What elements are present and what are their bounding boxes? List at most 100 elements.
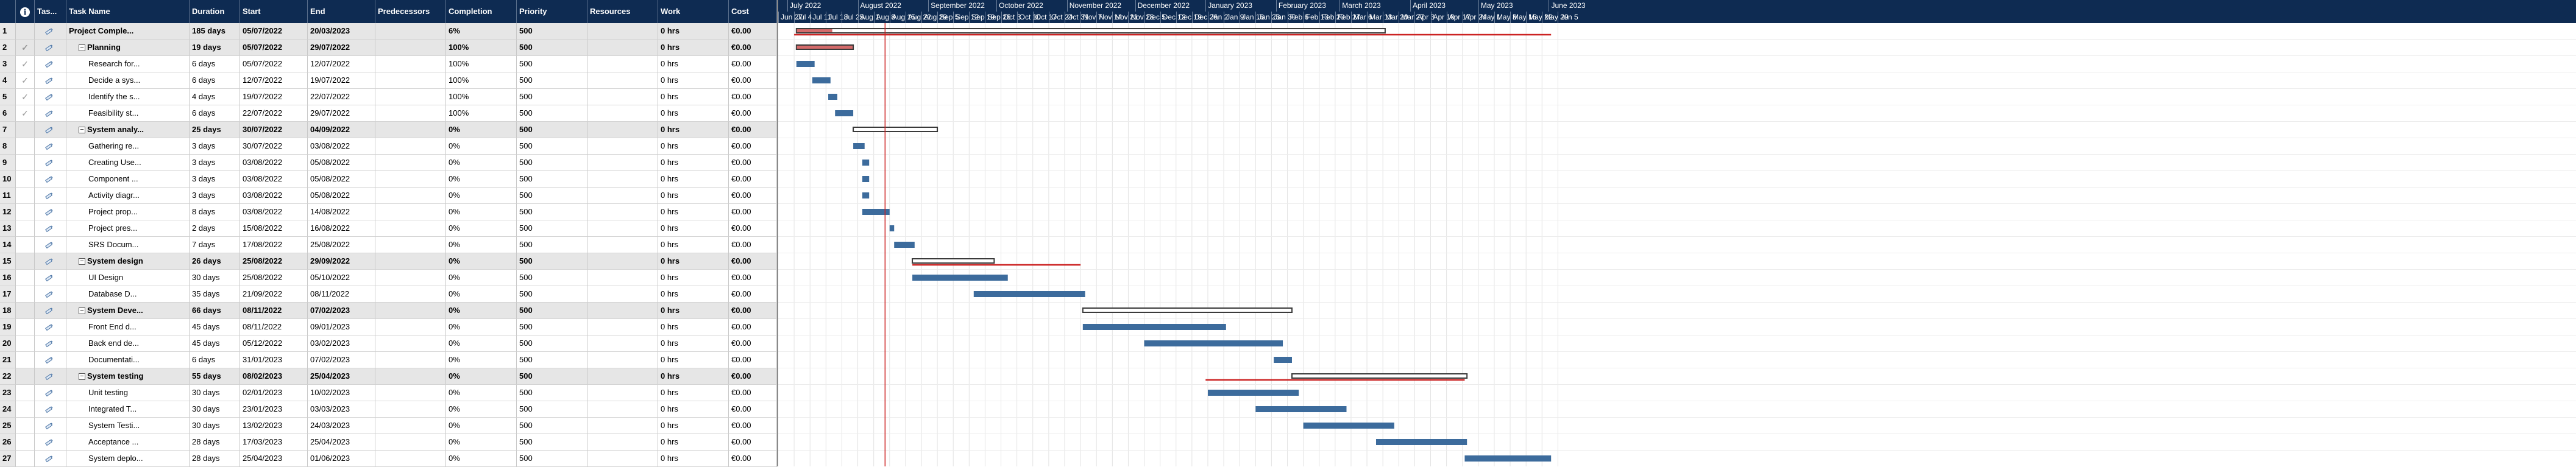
priority-cell[interactable]: 500 [517,352,587,368]
task-mode-cell[interactable] [35,401,66,418]
task-mode-cell[interactable] [35,303,66,319]
work-cell[interactable]: 0 hrs [658,418,729,434]
row-number[interactable]: 15 [0,253,16,270]
task-row[interactable]: 27 System deplo... 28 days 25/04/2023 01/06/… [0,451,777,467]
indicator-cell[interactable] [16,188,35,204]
task-mode-cell[interactable] [35,418,66,434]
cost-cell[interactable]: €0.00 [729,335,777,352]
completion-cell[interactable]: 0% [446,401,517,418]
predecessors-cell[interactable] [375,188,446,204]
end-cell[interactable]: 29/09/2022 [308,253,375,270]
end-header[interactable]: End [308,0,375,23]
completion-cell[interactable]: 0% [446,286,517,303]
priority-cell[interactable]: 500 [517,72,587,89]
priority-cell[interactable]: 500 [517,188,587,204]
task-name-cell[interactable]: System Testi... [66,418,190,434]
task-name-cell[interactable]: − System design [66,253,190,270]
cost-cell[interactable]: €0.00 [729,352,777,368]
duration-cell[interactable]: 6 days [190,105,240,122]
duration-cell[interactable]: 25 days [190,122,240,138]
task-mode-cell[interactable] [35,220,66,237]
row-number[interactable]: 20 [0,335,16,352]
info-column-header[interactable]: i [16,0,35,23]
completion-cell[interactable]: 0% [446,385,517,401]
work-cell[interactable]: 0 hrs [658,352,729,368]
work-cell[interactable]: 0 hrs [658,270,729,286]
task-mode-cell[interactable] [35,368,66,385]
resources-cell[interactable] [587,72,658,89]
start-cell[interactable]: 25/08/2022 [240,253,308,270]
priority-cell[interactable]: 500 [517,418,587,434]
indicator-cell[interactable]: ✓ [16,72,35,89]
start-cell[interactable]: 12/07/2022 [240,72,308,89]
resources-cell[interactable] [587,105,658,122]
priority-cell[interactable]: 500 [517,204,587,220]
summary-bar[interactable] [1082,307,1293,313]
indicator-cell[interactable] [16,204,35,220]
row-number[interactable]: 10 [0,171,16,188]
start-cell[interactable]: 19/07/2022 [240,89,308,105]
resources-cell[interactable] [587,122,658,138]
duration-cell[interactable]: 3 days [190,171,240,188]
completion-cell[interactable]: 0% [446,188,517,204]
start-cell[interactable]: 03/08/2022 [240,155,308,171]
resources-cell[interactable] [587,237,658,253]
task-name-cell[interactable]: − System testing [66,368,190,385]
task-mode-cell[interactable] [35,122,66,138]
duration-cell[interactable]: 28 days [190,434,240,451]
task-row[interactable]: 25 System Testi... 30 days 13/02/2023 24/03/… [0,418,777,434]
work-cell[interactable]: 0 hrs [658,335,729,352]
predecessors-cell[interactable] [375,23,446,40]
completion-cell[interactable]: 0% [446,237,517,253]
predecessors-cell[interactable] [375,122,446,138]
priority-cell[interactable]: 500 [517,270,587,286]
work-cell[interactable]: 0 hrs [658,401,729,418]
end-cell[interactable]: 29/07/2022 [308,105,375,122]
task-bar[interactable] [862,160,870,166]
cost-cell[interactable]: €0.00 [729,72,777,89]
task-mode-cell[interactable] [35,40,66,56]
end-cell[interactable]: 16/08/2022 [308,220,375,237]
collapse-minus-icon[interactable]: − [79,127,85,134]
start-cell[interactable]: 17/03/2023 [240,434,308,451]
indicator-cell[interactable] [16,253,35,270]
task-bar[interactable] [1274,357,1292,363]
work-cell[interactable]: 0 hrs [658,319,729,335]
end-cell[interactable]: 07/02/2023 [308,352,375,368]
end-cell[interactable]: 09/01/2023 [308,319,375,335]
predecessors-cell[interactable] [375,237,446,253]
duration-cell[interactable]: 185 days [190,23,240,40]
task-row[interactable]: 4 ✓ Decide a sys... 6 days 12/07/2022 19/07/2… [0,72,777,89]
row-number[interactable]: 4 [0,72,16,89]
resources-cell[interactable] [587,138,658,155]
priority-cell[interactable]: 500 [517,368,587,385]
indicator-cell[interactable] [16,434,35,451]
resources-cell[interactable] [587,401,658,418]
task-mode-cell[interactable] [35,253,66,270]
end-cell[interactable]: 08/11/2022 [308,286,375,303]
task-mode-cell[interactable] [35,434,66,451]
cost-cell[interactable]: €0.00 [729,204,777,220]
predecessors-cell[interactable] [375,368,446,385]
end-cell[interactable]: 05/10/2022 [308,270,375,286]
summary-bar[interactable] [912,258,995,264]
task-row[interactable]: 19 Front End d... 45 days 08/11/2022 09/01/2… [0,319,777,335]
task-mode-cell[interactable] [35,171,66,188]
task-mode-cell[interactable] [35,204,66,220]
start-cell[interactable]: 21/09/2022 [240,286,308,303]
cost-cell[interactable]: €0.00 [729,237,777,253]
task-name-cell[interactable]: Acceptance ... [66,434,190,451]
indicator-cell[interactable] [16,220,35,237]
task-row[interactable]: 13 Project pres... 2 days 15/08/2022 16/08/2… [0,220,777,237]
resources-cell[interactable] [587,40,658,56]
work-cell[interactable]: 0 hrs [658,451,729,467]
task-name-cell[interactable]: Project prop... [66,204,190,220]
work-cell[interactable]: 0 hrs [658,434,729,451]
predecessors-header[interactable]: Predecessors [375,0,446,23]
start-cell[interactable]: 22/07/2022 [240,105,308,122]
task-bar[interactable] [1207,390,1299,396]
task-row[interactable]: 5 ✓ Identify the s... 4 days 19/07/2022 22/07… [0,89,777,105]
priority-cell[interactable]: 500 [517,335,587,352]
predecessors-cell[interactable] [375,220,446,237]
completion-cell[interactable]: 0% [446,122,517,138]
